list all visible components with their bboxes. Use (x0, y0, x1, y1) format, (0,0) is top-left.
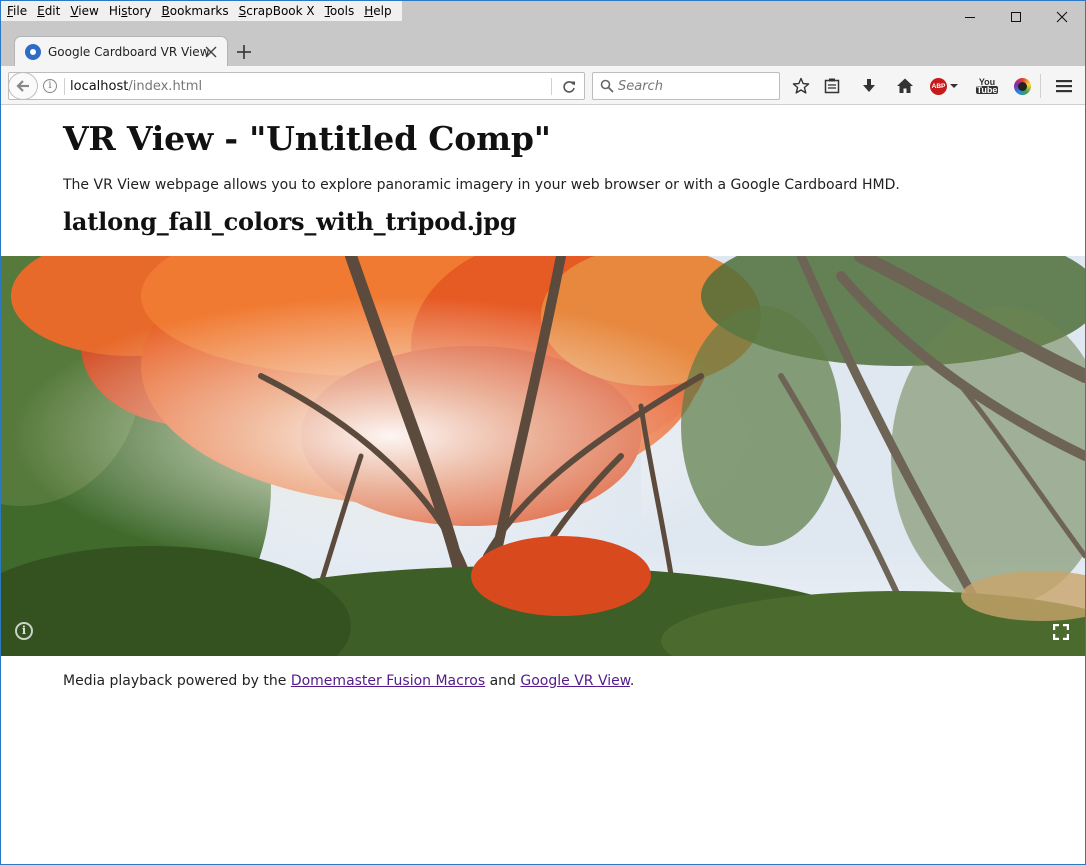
vr-view-panorama[interactable]: i (1, 256, 1085, 656)
clipboard-icon (824, 78, 840, 94)
tab-google-cardboard[interactable]: Google Cardboard VR View (15, 37, 227, 67)
menu-item-file[interactable]: File (3, 1, 33, 21)
maximize-button[interactable] (993, 1, 1039, 33)
vr-info-button[interactable]: i (15, 622, 33, 640)
youtube-icon: You Tube (975, 78, 999, 95)
reading-list-button[interactable] (820, 74, 844, 98)
hamburger-menu-icon (1056, 80, 1072, 93)
cardboard-favicon-icon (25, 44, 41, 60)
open-menu-button[interactable] (1052, 74, 1076, 98)
downloads-button[interactable] (857, 74, 881, 98)
title-bar: File Edit View History Bookmarks ScrapBook XT… (1, 1, 1085, 33)
menu-bar: File Edit View History Bookmarks ScrapBook XT… (1, 1, 402, 21)
navigation-toolbar: i localhost/index.html Search ABP You Tu… (1, 66, 1085, 105)
site-info-icon[interactable]: i (43, 79, 57, 93)
youtube-icon-bottom: Tube (975, 85, 999, 95)
color-picker-button[interactable] (1010, 74, 1034, 98)
footer-prefix: Media playback powered by the (63, 673, 291, 689)
minimize-button[interactable] (947, 1, 993, 33)
toolbar-divider (1040, 74, 1041, 98)
color-wheel-icon (1013, 77, 1031, 95)
url-text[interactable]: localhost/index.html (70, 78, 202, 95)
adblock-plus-icon: ABP (930, 77, 947, 95)
fullscreen-icon[interactable] (1053, 624, 1069, 640)
browser-window: File Edit View History Bookmarks ScrapBook XT… (0, 0, 1086, 865)
tab-strip: Google Cardboard VR View (1, 33, 1085, 67)
address-bar[interactable]: i localhost/index.html (8, 72, 585, 100)
search-bar[interactable] (592, 72, 780, 100)
reload-icon (563, 81, 575, 93)
tab-title: Google Cardboard VR View (48, 45, 210, 59)
home-icon (897, 78, 913, 93)
minimize-icon (965, 17, 975, 18)
close-icon (1056, 11, 1068, 23)
maximize-icon (1011, 12, 1021, 22)
menu-item-edit[interactable]: Edit (33, 1, 66, 21)
close-tab-icon[interactable] (203, 44, 219, 60)
menu-item-bookmarks[interactable]: Bookmarks (158, 1, 235, 21)
google-vr-view-link[interactable]: Google VR View (520, 673, 630, 689)
menu-item-help[interactable]: Help (360, 1, 397, 21)
reload-button[interactable] (559, 77, 579, 97)
footer-mid: and (485, 673, 521, 689)
reload-divider (551, 78, 552, 95)
new-tab-button[interactable] (233, 41, 255, 63)
search-icon (600, 79, 614, 93)
menu-item-scrapbook-x[interactable]: ScrapBook X (235, 1, 321, 21)
arrow-left-icon (16, 80, 29, 92)
menu-item-view[interactable]: View (66, 1, 104, 21)
back-button[interactable] (8, 72, 38, 100)
menu-item-history[interactable]: History (105, 1, 158, 21)
close-window-button[interactable] (1039, 1, 1085, 33)
download-arrow-icon (863, 79, 875, 92)
page-description: The VR View webpage allows you to explor… (63, 177, 900, 193)
youtube-button[interactable]: You Tube (975, 74, 999, 98)
star-icon (792, 77, 810, 94)
url-host: localhost (70, 79, 129, 94)
search-input[interactable] (618, 77, 768, 95)
page-title: VR View - "Untitled Comp" (63, 119, 551, 158)
urlbar-divider (64, 78, 65, 95)
footer-suffix: . (629, 673, 635, 689)
chevron-down-icon (950, 84, 958, 88)
menu-item-tools[interactable]: Tools (321, 1, 361, 21)
footer-credits: Media playback powered by the Domemaster… (63, 673, 634, 689)
page-content: VR View - "Untitled Comp" The VR View we… (1, 105, 1085, 864)
domemaster-link[interactable]: Domemaster Fusion Macros (291, 673, 485, 689)
image-filename-heading: latlong_fall_colors_with_tripod.jpg (63, 207, 517, 236)
home-button[interactable] (893, 74, 917, 98)
bookmark-star-button[interactable] (789, 74, 813, 98)
panorama-image (1, 256, 1085, 656)
adblock-plus-button[interactable]: ABP (930, 74, 964, 98)
plus-icon (237, 45, 251, 59)
url-path: /index.html (128, 79, 203, 94)
